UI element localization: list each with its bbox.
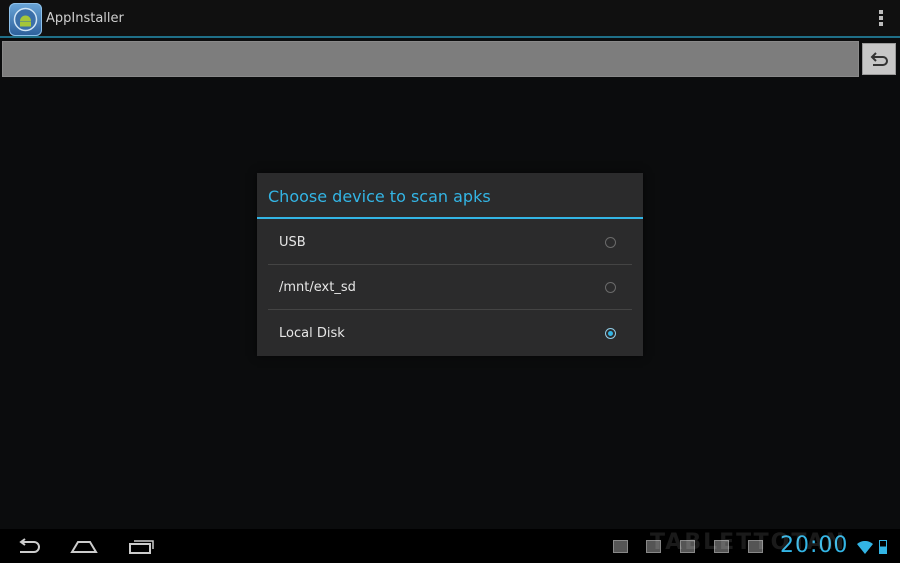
option-ext-sd[interactable]: /mnt/ext_sd xyxy=(268,265,632,310)
radio-button-selected[interactable] xyxy=(605,328,616,339)
overflow-menu-icon[interactable] xyxy=(876,10,886,28)
dialog-divider xyxy=(257,217,643,219)
option-label: Local Disk xyxy=(279,326,345,341)
divider xyxy=(268,309,632,310)
up-folder-button[interactable] xyxy=(862,43,896,75)
action-bar: AppInstaller xyxy=(0,0,900,38)
option-label: USB xyxy=(279,235,306,250)
radio-button[interactable] xyxy=(605,237,616,248)
gallery-notification-icon[interactable] xyxy=(613,540,628,553)
path-bar xyxy=(2,41,859,77)
back-icon[interactable] xyxy=(16,538,42,554)
radio-button[interactable] xyxy=(605,282,616,293)
battery-icon xyxy=(879,540,887,554)
up-folder-icon xyxy=(870,52,888,66)
home-icon[interactable] xyxy=(70,538,98,554)
app-title: AppInstaller xyxy=(46,11,124,26)
wifi-icon xyxy=(857,541,873,554)
recent-apps-icon[interactable] xyxy=(128,538,154,554)
android-app-icon[interactable] xyxy=(9,3,42,36)
choose-device-dialog: Choose device to scan apks USB /mnt/ext_… xyxy=(257,173,643,356)
option-usb[interactable]: USB xyxy=(268,220,632,265)
option-local-disk[interactable]: Local Disk xyxy=(268,311,632,356)
option-label: /mnt/ext_sd xyxy=(279,280,356,295)
dialog-title: Choose device to scan apks xyxy=(268,187,491,206)
watermark-logo: TABLETTOTAN xyxy=(650,530,847,555)
